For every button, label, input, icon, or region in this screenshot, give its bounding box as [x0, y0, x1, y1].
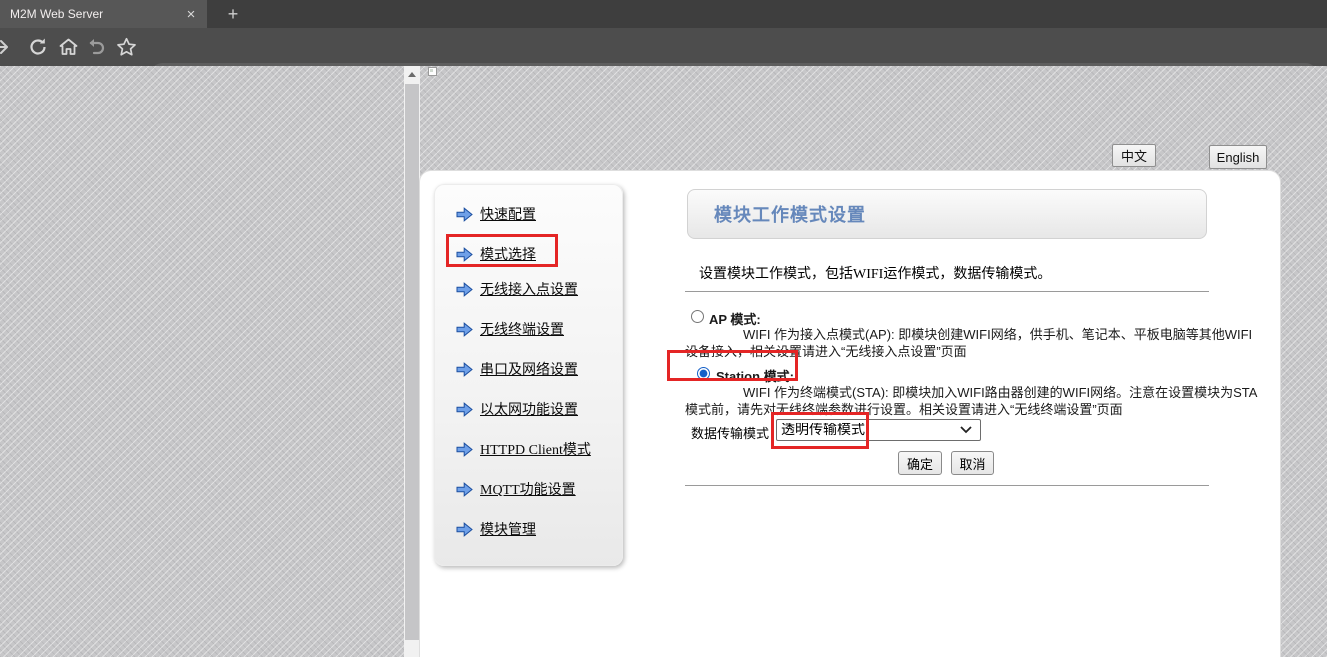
menu-arrow-icon: [456, 482, 473, 497]
ap-mode-desc-line2: 设备接入，相关设置请进入“无线接入点设置”页面: [685, 341, 967, 360]
menu-arrow-icon: [456, 442, 473, 457]
page-title: 模块工作模式设置: [714, 201, 866, 227]
menu-arrow-icon: [456, 322, 473, 337]
tab-close-icon[interactable]: ×: [183, 7, 199, 22]
home-icon[interactable]: [56, 35, 80, 59]
sidebar-item-ethernet[interactable]: 以太网功能设置: [456, 399, 578, 419]
sidebar-item-label[interactable]: 无线终端设置: [480, 319, 564, 339]
sidebar-item-label[interactable]: MQTT功能设置: [480, 479, 576, 499]
sidebar-item-label[interactable]: HTTPD Client模式: [480, 439, 591, 459]
sidebar-item-quick-config[interactable]: 快速配置: [456, 204, 536, 224]
menu-arrow-icon: [456, 282, 473, 297]
transfer-mode-select[interactable]: 透明传输模式: [776, 419, 981, 441]
tab-bar: M2M Web Server × +: [0, 0, 1327, 28]
page-viewport: 中文 English 快速配置 模式选择 无线接入点设置: [0, 66, 1327, 657]
browser-toolbar: http://10.10.100.254/home.html: [0, 28, 1327, 66]
reload-icon[interactable]: [26, 35, 50, 59]
sidebar-item-label[interactable]: 快速配置: [480, 204, 536, 224]
new-tab-button[interactable]: +: [218, 0, 248, 28]
language-chinese-button[interactable]: 中文: [1112, 144, 1156, 167]
menu-arrow-icon: [456, 362, 473, 377]
bookmark-star-icon[interactable]: [114, 35, 138, 59]
browser-tab[interactable]: M2M Web Server ×: [0, 0, 207, 28]
language-english-button[interactable]: English: [1209, 145, 1267, 169]
sidebar-item-mode-select[interactable]: 模式选择: [456, 244, 536, 264]
sidebar-item-mqtt[interactable]: MQTT功能设置: [456, 479, 576, 499]
sidebar-item-module-management[interactable]: 模块管理: [456, 519, 536, 539]
sidebar-item-httpd-client[interactable]: HTTPD Client模式: [456, 439, 591, 459]
menu-arrow-icon: [456, 522, 473, 537]
sidebar-item-serial-network[interactable]: 串口及网络设置: [456, 359, 578, 379]
menu-arrow-icon: [456, 207, 473, 222]
main-panel: 快速配置 模式选择 无线接入点设置 无线终端设置 串口及网络设置: [419, 170, 1281, 657]
cancel-button[interactable]: 取消: [951, 451, 994, 475]
scrollbar-up-button[interactable]: [404, 66, 420, 82]
sidebar-item-wireless-ap[interactable]: 无线接入点设置: [456, 279, 578, 299]
content-title-box: 模块工作模式设置: [687, 189, 1207, 239]
browser-window: M2M Web Server × + http://10.10.100.254/…: [0, 0, 1327, 657]
sidebar-item-label[interactable]: 串口及网络设置: [480, 359, 578, 379]
ok-button[interactable]: 确定: [898, 451, 942, 475]
transfer-mode-label: 数据传输模式: [691, 423, 769, 442]
tab-title: M2M Web Server: [10, 7, 183, 21]
divider: [685, 485, 1209, 486]
intro-text: 设置模块工作模式，包括WIFI运作模式，数据传输模式。: [699, 263, 1051, 283]
undo-icon[interactable]: [84, 35, 108, 59]
menu-arrow-icon: [456, 402, 473, 417]
frame-scrollbar[interactable]: [404, 66, 420, 657]
scrollbar-thumb[interactable]: [405, 84, 419, 640]
sidebar-item-label[interactable]: 以太网功能设置: [480, 399, 578, 419]
divider: [685, 291, 1209, 292]
sidebar-item-wireless-sta[interactable]: 无线终端设置: [456, 319, 564, 339]
sidebar-item-label[interactable]: 模式选择: [480, 244, 536, 264]
menu-arrow-icon: [456, 247, 473, 262]
broken-image-icon: [428, 67, 437, 76]
sidebar-menu: 快速配置 模式选择 无线接入点设置 无线终端设置 串口及网络设置: [434, 184, 623, 566]
sidebar-item-label[interactable]: 无线接入点设置: [480, 279, 578, 299]
forward-icon[interactable]: [0, 35, 12, 59]
station-mode-desc-line2: 模式前，请先对无线终端参数进行设置。相关设置请进入“无线终端设置”页面: [685, 399, 1123, 418]
ap-mode-radio[interactable]: [691, 310, 704, 323]
sidebar-item-label[interactable]: 模块管理: [480, 519, 536, 539]
station-mode-radio[interactable]: [697, 367, 710, 380]
